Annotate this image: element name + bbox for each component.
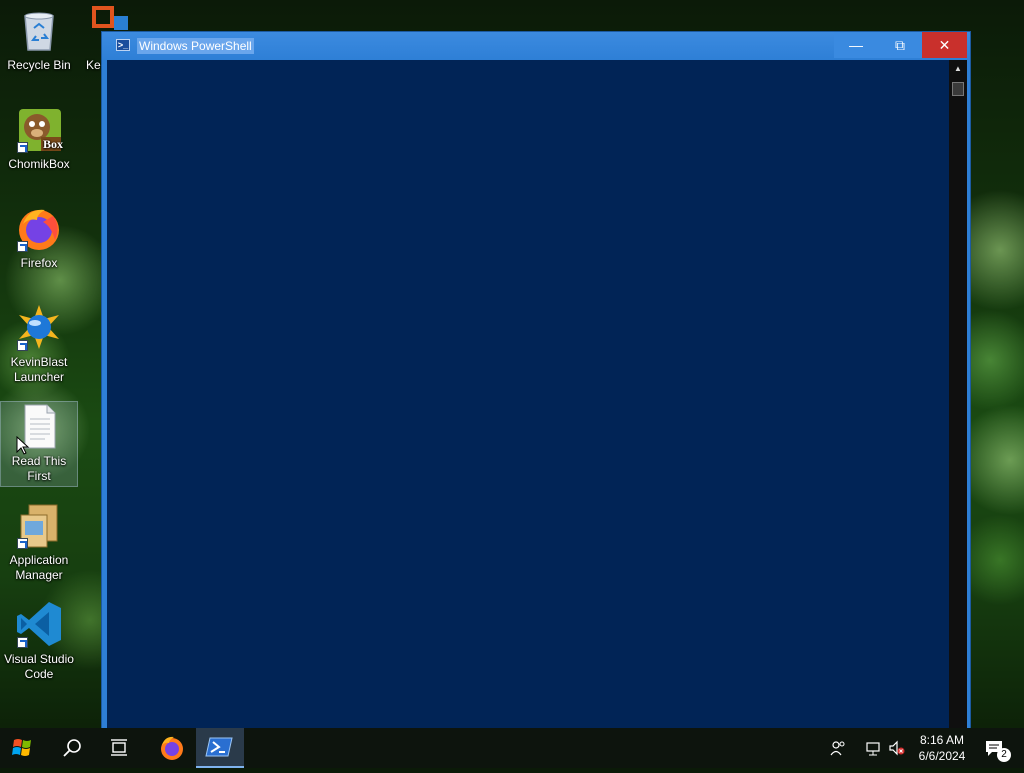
chomikbox-badge: Box bbox=[43, 137, 64, 151]
search-icon bbox=[63, 739, 81, 757]
powershell-icon[interactable]: >_ bbox=[116, 39, 130, 51]
desktop-icon-label: Read This First bbox=[11, 454, 67, 483]
shortcut-arrow-icon bbox=[17, 538, 28, 549]
desktop-icon-label: Firefox bbox=[20, 256, 58, 270]
system-clock[interactable]: 8:16 AM 6/6/2024 bbox=[910, 732, 974, 764]
maximize-button[interactable]: ⧉ bbox=[878, 32, 922, 58]
clock-time: 8:16 AM bbox=[919, 733, 965, 747]
desktop-icon-chomikbox[interactable]: Box ChomikBox bbox=[1, 105, 77, 172]
desktop-icon-label: KevinBlast Launcher bbox=[10, 355, 68, 384]
powershell-window[interactable]: >_ Windows PowerShell — ⧉ ✕ ▲ bbox=[101, 31, 971, 731]
desktop-icon-label: Application Manager bbox=[9, 553, 69, 582]
desktop-icon-read-this-first[interactable]: Read This First bbox=[0, 401, 78, 487]
firefox-icon bbox=[161, 736, 183, 760]
powershell-taskbar[interactable] bbox=[196, 728, 244, 768]
mouse-cursor-icon bbox=[16, 436, 30, 455]
desktop-icon-label: Visual Studio Code bbox=[4, 652, 74, 681]
shortcut-arrow-icon bbox=[17, 637, 28, 648]
application-manager-icon bbox=[15, 501, 63, 549]
desktop-icon-application-manager[interactable]: Application Manager bbox=[1, 501, 77, 583]
vertical-scrollbar[interactable]: ▲ bbox=[949, 60, 967, 728]
people-icon[interactable] bbox=[828, 738, 848, 758]
network-icon[interactable] bbox=[863, 738, 883, 758]
shortcut-arrow-icon bbox=[17, 340, 28, 351]
volume-muted-icon[interactable] bbox=[887, 738, 907, 758]
taskbar: 8:16 AM 6/6/2024 2 bbox=[0, 728, 1024, 768]
desktop-icon-kevinblast[interactable]: KevinBlast Launcher bbox=[1, 303, 77, 385]
desktop-icon-label: Recycle Bin bbox=[7, 58, 71, 72]
recycle-bin-icon bbox=[15, 6, 63, 54]
task-view-button[interactable] bbox=[96, 728, 144, 768]
shortcut-arrow-icon bbox=[17, 142, 28, 153]
window-title: Windows PowerShell bbox=[137, 38, 254, 54]
powershell-icon bbox=[205, 737, 233, 757]
clock-date: 6/6/2024 bbox=[918, 749, 966, 763]
kevinblast-icon bbox=[15, 303, 63, 351]
scroll-up-arrow-icon[interactable]: ▲ bbox=[949, 60, 967, 78]
desktop-icon-recycle-bin[interactable]: Recycle Bin bbox=[1, 6, 77, 73]
desktop-icon-label: ChomikBox bbox=[8, 157, 70, 171]
close-button[interactable]: ✕ bbox=[922, 32, 967, 58]
chomikbox-icon: Box bbox=[15, 105, 63, 153]
desktop-icon-vscode[interactable]: Visual Studio Code bbox=[1, 600, 77, 682]
start-button[interactable] bbox=[0, 728, 48, 768]
scroll-thumb[interactable] bbox=[952, 82, 964, 96]
firefox-taskbar[interactable] bbox=[148, 728, 196, 768]
notification-count-badge: 2 bbox=[997, 748, 1011, 762]
console-area[interactable] bbox=[107, 60, 949, 728]
firefox-icon bbox=[15, 204, 63, 252]
search-button[interactable] bbox=[48, 728, 96, 768]
vscode-icon bbox=[15, 600, 63, 648]
task-view-icon bbox=[111, 739, 127, 756]
shortcut-arrow-icon bbox=[17, 241, 28, 252]
desktop-icon-firefox[interactable]: Firefox bbox=[1, 204, 77, 271]
window-titlebar[interactable]: >_ Windows PowerShell — ⧉ ✕ bbox=[102, 32, 970, 60]
windows-logo-icon bbox=[12, 739, 31, 756]
minimize-button[interactable]: — bbox=[834, 32, 878, 58]
